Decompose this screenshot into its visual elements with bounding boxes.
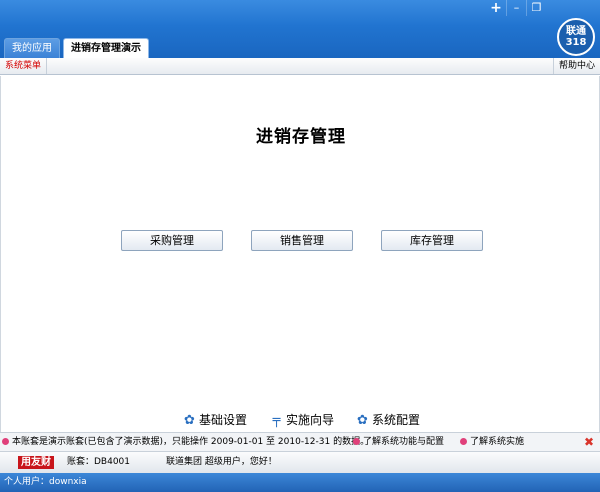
restore-button[interactable]: ❐ [526,0,546,16]
page-title: 进销存管理 [256,127,346,147]
basic-settings-label: 基础设置 [199,413,248,427]
status-bar: 个人用户：downxia [0,473,600,492]
learn-implementation-link[interactable]: 了解系统实施 [460,433,524,452]
setup-wizard-link[interactable]: ╤ 实施向导 [270,412,334,428]
minimize-button[interactable]: – [506,0,526,16]
help-center[interactable]: 帮助中心 [552,58,600,74]
bullet-icon [460,438,467,445]
app-tabs: 我的应用 进销存管理演示 [4,38,152,58]
gear-icon: ✿ [184,412,195,428]
menu-bar: 系统菜单 帮助中心 [0,58,600,75]
close-icon[interactable]: ✖ [584,433,594,452]
learn-features-label: 了解系统功能与配置 [363,437,445,447]
inventory-button[interactable]: 库存管理 [381,230,483,251]
brand-logo: 联通 318 [557,18,595,56]
user-status: 个人用户：downxia [4,477,87,487]
greeting-text: 联道集团 超级用户，您好！ [166,457,277,467]
notice-text: 本账套是演示账套(已包含了演示数据)，只能操作 2009-01-01 至 201… [12,437,370,447]
tab-my-apps[interactable]: 我的应用 [4,38,60,58]
notice-bar: 本账套是演示账套(已包含了演示数据)，只能操作 2009-01-01 至 201… [0,432,600,452]
tab-inventory-demo[interactable]: 进销存管理演示 [63,38,149,58]
setup-wizard-label: 实施向导 [286,413,335,427]
add-icon[interactable]: + [486,0,506,16]
notice-message: 本账套是演示账套(已包含了演示数据)，只能操作 2009-01-01 至 201… [2,433,369,452]
system-config-label: 系统配置 [372,413,421,427]
purchase-button[interactable]: 采购管理 [121,230,223,251]
sales-button[interactable]: 销售管理 [251,230,353,251]
bullet-icon [2,438,9,445]
system-menu[interactable]: 系统菜单 [0,58,48,74]
basic-settings-link[interactable]: ✿ 基础设置 [183,412,247,428]
window-controls: + – ❐ [486,0,546,16]
logo-line2: 318 [565,37,587,48]
learn-implementation-label: 了解系统实施 [470,437,525,447]
bullet-icon [353,438,360,445]
info-bar: 用友财 账套：DB4001 联道集团 超级用户，您好！ [0,452,600,473]
signpost-icon: ╤ [272,412,281,428]
title-bar: + – ❐ 联通 318 我的应用 进销存管理演示 [0,0,600,58]
gear-icon: ✿ [357,412,368,428]
learn-features-link[interactable]: 了解系统功能与配置 [353,433,444,452]
system-config-link[interactable]: ✿ 系统配置 [356,412,420,428]
logo-line1: 联通 [566,26,586,37]
main-panel: 进销存管理 采购管理 销售管理 库存管理 ✿ 基础设置 ╤ 实施向导 ✿ 系统配… [0,76,600,432]
brand-badge: 用友财 [18,456,54,469]
account-label: 账套：DB4001 [67,457,131,467]
